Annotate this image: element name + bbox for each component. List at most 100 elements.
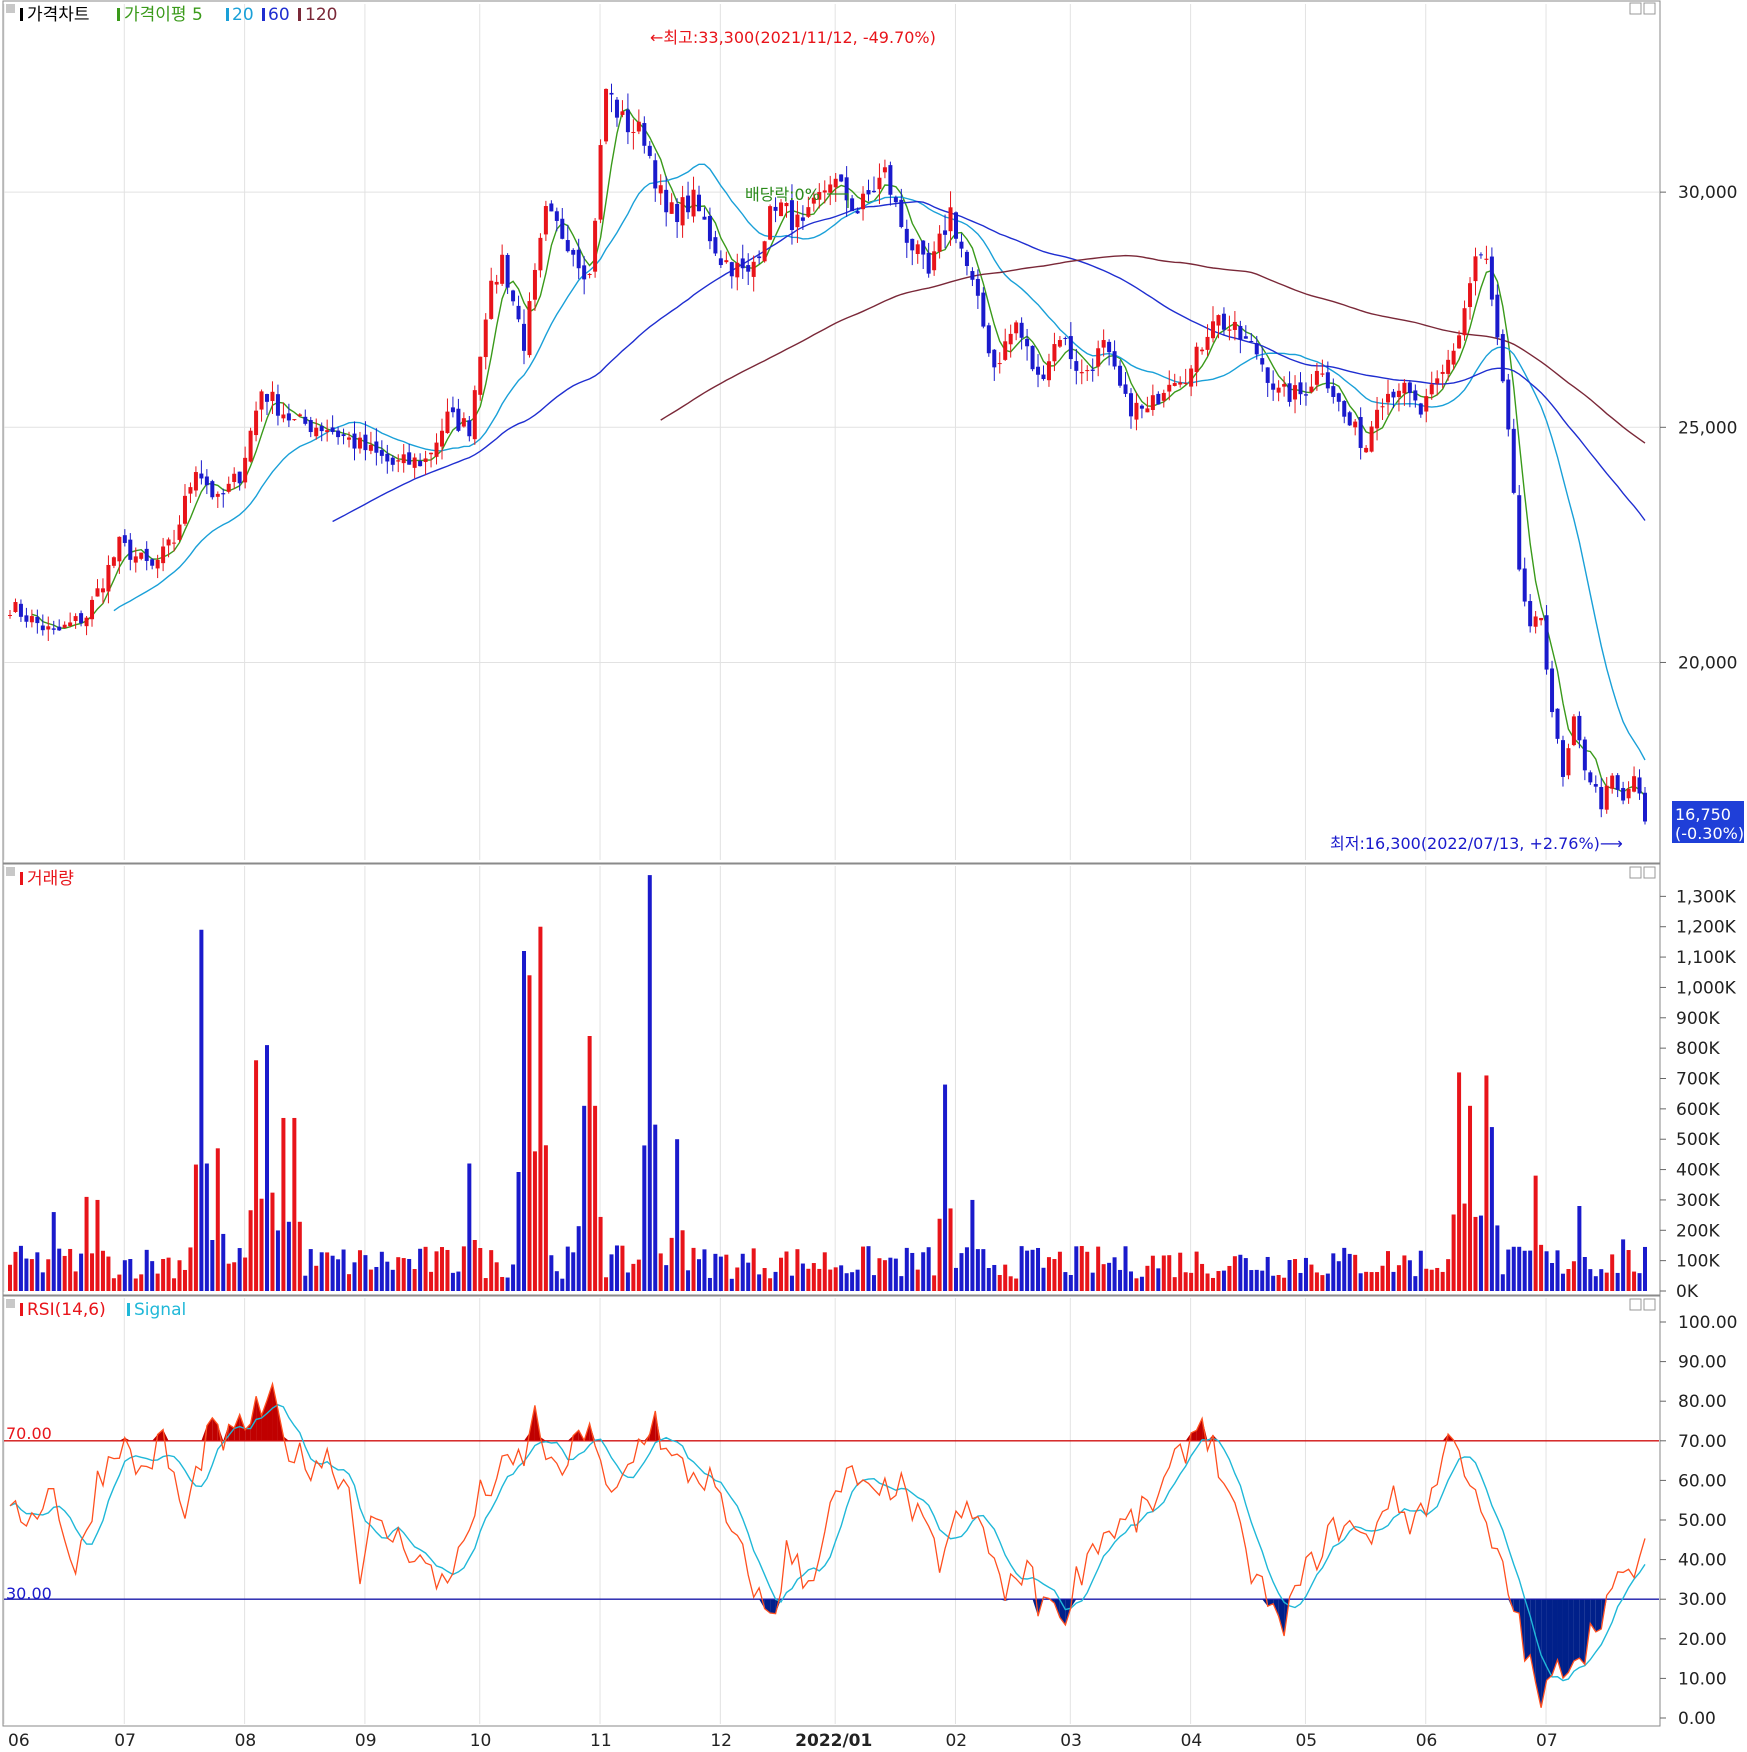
candle-body (401, 454, 406, 464)
candle-body (500, 254, 505, 284)
month-label: 12 (710, 1731, 732, 1751)
x-axis-labels: 06 07 08 09 10 11 12 2022/01 02 03 04 05 06 07 (8, 1731, 1558, 1751)
candle-body (204, 476, 209, 486)
month-label: 10 (470, 1731, 492, 1751)
volume-bar (1577, 1206, 1582, 1291)
volume-bar (1008, 1276, 1013, 1291)
volume-bar (84, 1196, 89, 1291)
candle-body (1003, 341, 1008, 360)
volume-bar (1282, 1277, 1287, 1291)
candle-body (188, 487, 193, 494)
candle-body (1211, 321, 1216, 339)
candle-body (286, 413, 291, 421)
panel-menu-icon[interactable] (6, 1299, 15, 1308)
candle-body (226, 483, 231, 492)
candle-body (1407, 382, 1412, 394)
candle-body (1342, 401, 1347, 417)
volume-bar (467, 1163, 472, 1291)
volume-bar (779, 1257, 784, 1291)
panel-menu-icon[interactable] (6, 4, 15, 13)
minimize-icon[interactable] (1629, 866, 1642, 879)
volume-bar (576, 1226, 581, 1291)
volume-bar (620, 1245, 625, 1291)
candle-body (1057, 340, 1062, 347)
volume-bar (95, 1199, 100, 1291)
candle-body (1216, 315, 1221, 326)
rsi-oversold-fill (1573, 1599, 1580, 1662)
month-label: 09 (355, 1731, 377, 1751)
volume-bar (1424, 1268, 1429, 1291)
candle-body (1282, 384, 1287, 387)
candle-body (970, 271, 975, 280)
volume-bar (981, 1249, 986, 1291)
volume-bar (1287, 1260, 1292, 1291)
close-icon[interactable] (1643, 2, 1656, 15)
volume-bar (352, 1262, 357, 1291)
volume-bar (1457, 1072, 1462, 1291)
volume-bar (13, 1251, 18, 1291)
candle-body (1085, 370, 1090, 372)
candle-body (303, 416, 308, 424)
volume-bar (1468, 1105, 1473, 1291)
volume-bar (325, 1252, 330, 1291)
candle-body (1593, 784, 1598, 787)
last-price-value: 16,750 (1675, 805, 1731, 824)
volume-bar (565, 1246, 570, 1291)
candle-body (265, 394, 270, 402)
volume-bar (1238, 1254, 1243, 1291)
candle-body (429, 452, 434, 455)
close-icon[interactable] (1643, 866, 1656, 879)
volume-bar (806, 1268, 811, 1291)
volume-bar (850, 1272, 855, 1291)
volume-bar (1500, 1274, 1505, 1291)
last-price-tag: 16,750 (-0.30%) (1672, 801, 1744, 843)
candle-body (483, 319, 488, 358)
volume-bar (336, 1259, 341, 1291)
volume-bar (1200, 1263, 1205, 1291)
candle-body (1533, 616, 1538, 627)
rsi-30-label: 30.00 (6, 1584, 52, 1603)
rsi-70-label: 70.00 (6, 1424, 52, 1443)
volume-bar (1626, 1250, 1631, 1291)
candle-body (1189, 368, 1194, 387)
volume-bar (445, 1249, 450, 1291)
rsi-tick-label: 40.00 (1678, 1551, 1727, 1571)
candle-body (13, 602, 18, 613)
candle-body (937, 233, 942, 252)
volume-bar (1435, 1267, 1440, 1291)
candle-body (1150, 395, 1155, 410)
volume-bar (992, 1264, 997, 1291)
candle-body (248, 430, 253, 462)
candle-body (877, 177, 882, 190)
volume-bar (29, 1259, 34, 1291)
volume-bar (707, 1277, 712, 1291)
volume-bar (1276, 1274, 1281, 1291)
volume-bar (1391, 1271, 1396, 1291)
volume-bar (1446, 1259, 1451, 1291)
volume-bar (795, 1249, 800, 1291)
close-icon[interactable] (1643, 1298, 1656, 1311)
candle-body (997, 363, 1002, 365)
volume-bar (150, 1261, 155, 1291)
month-label: 11 (590, 1731, 612, 1751)
volume-bar (308, 1249, 313, 1291)
candle-body (768, 206, 773, 240)
minimize-icon[interactable] (1629, 1298, 1642, 1311)
stock-chart: 30,000 25,000 20,000 1,300K 1,200K 1,100K 1,00… (2, 0, 1744, 1751)
candle-body (1107, 341, 1112, 353)
candle-body (1260, 358, 1265, 365)
candle-body (773, 206, 778, 211)
volume-bar (522, 951, 527, 1291)
candle-body (1462, 308, 1467, 336)
candle-body (336, 430, 341, 438)
candle-body (604, 88, 609, 142)
candle-body (1271, 383, 1276, 390)
minimize-icon[interactable] (1629, 2, 1642, 15)
candle-body (543, 206, 548, 235)
panel-menu-icon[interactable] (6, 867, 15, 876)
rsi-title: RSI(14,6) (27, 1300, 106, 1320)
candle-body (598, 145, 603, 220)
candle-body (1500, 334, 1505, 382)
candle-body (888, 165, 893, 195)
volume-bar (964, 1247, 969, 1291)
